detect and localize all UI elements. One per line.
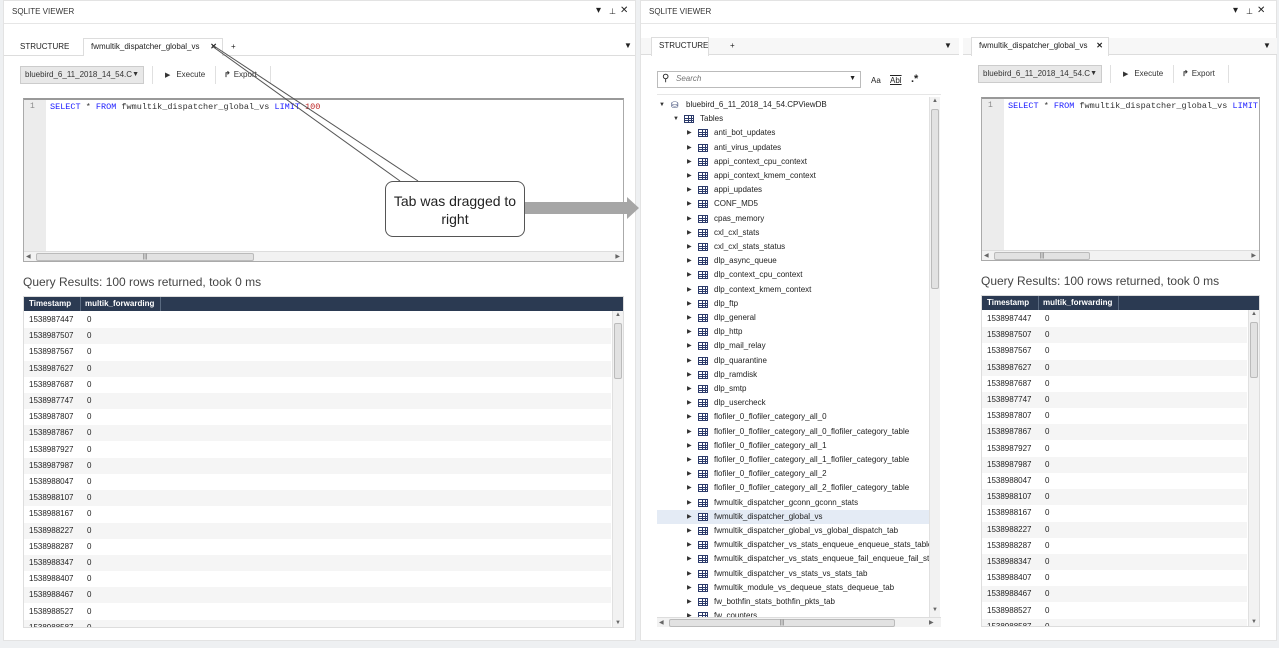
drag-direction-arrow	[525, 197, 639, 219]
callout-annotation: Tab was dragged to right	[385, 181, 525, 237]
callout-pointer	[211, 45, 639, 219]
